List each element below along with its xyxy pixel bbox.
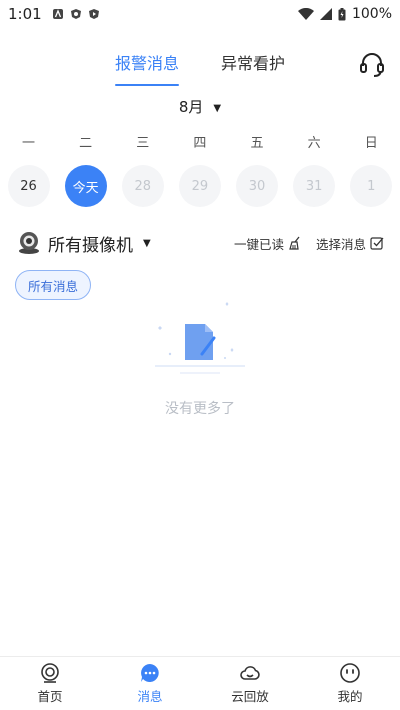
signal-icon bbox=[319, 8, 332, 20]
camera-filter-row: 所有摄像机 ▼ 一键已读 选择消息 bbox=[16, 228, 384, 258]
day-today[interactable]: 今天 bbox=[64, 165, 107, 207]
mark-all-read-label: 一键已读 bbox=[233, 236, 284, 252]
system-icons: 100% bbox=[297, 6, 392, 22]
wifi-icon bbox=[297, 8, 314, 20]
tab-active-indicator bbox=[115, 84, 179, 86]
weekday-label: 二 bbox=[79, 136, 93, 151]
message-actions: 一键已读 选择消息 bbox=[234, 234, 384, 253]
empty-document-icon bbox=[155, 302, 245, 374]
month-selector[interactable]: 8月 ▼ bbox=[0, 96, 400, 117]
tabs-header: 报警消息 异常看护 bbox=[0, 50, 400, 90]
empty-state-text: 没有更多了 bbox=[165, 401, 235, 417]
month-label: 8月 bbox=[178, 98, 204, 116]
tab-alarm-label: 报警消息 bbox=[115, 54, 180, 73]
day-28: 28 bbox=[121, 165, 164, 207]
camera-selector[interactable]: 所有摄像机 bbox=[48, 231, 133, 256]
nav-cloud-label: 云回放 bbox=[231, 689, 269, 704]
nav-mine[interactable]: 我的 bbox=[300, 657, 400, 710]
weekday-label: 一 bbox=[22, 136, 36, 151]
weekday-label: 三 bbox=[136, 136, 150, 151]
mark-all-read-button[interactable]: 一键已读 bbox=[234, 234, 302, 253]
home-camera-icon bbox=[41, 663, 59, 683]
broom-icon bbox=[289, 236, 300, 250]
weekday-label: 日 bbox=[364, 136, 378, 151]
battery-icon bbox=[338, 7, 346, 20]
nav-messages-label: 消息 bbox=[137, 689, 163, 704]
caret-down-icon: ▼ bbox=[213, 103, 222, 114]
nav-home-label: 首页 bbox=[37, 689, 63, 704]
bottom-nav: 首页 消息 云回放 我的 bbox=[0, 656, 400, 710]
tab-alarm-messages[interactable]: 报警消息 bbox=[115, 50, 179, 86]
headset-icon[interactable] bbox=[358, 50, 386, 78]
select-messages-label: 选择消息 bbox=[315, 236, 366, 252]
day-26[interactable]: 26 bbox=[7, 165, 50, 207]
day-1: 1 bbox=[350, 165, 393, 207]
nav-home[interactable]: 首页 bbox=[0, 657, 100, 710]
shield-play-icon bbox=[88, 9, 99, 19]
weekday-label: 六 bbox=[307, 136, 321, 151]
day-30: 30 bbox=[236, 165, 279, 207]
day-31: 31 bbox=[293, 165, 336, 207]
nav-messages[interactable]: 消息 bbox=[100, 657, 200, 710]
message-icon bbox=[141, 664, 159, 682]
weekday-row: 一 二 三 四 五 六 日 bbox=[0, 132, 400, 151]
day-row: 26 今天 28 29 30 31 1 bbox=[0, 165, 400, 207]
shield-icon bbox=[70, 9, 81, 19]
caret-down-icon[interactable]: ▼ bbox=[143, 238, 151, 249]
notification-icons bbox=[52, 8, 100, 20]
filter-chip-all-messages[interactable]: 所有消息 bbox=[15, 270, 92, 300]
camera-icon bbox=[19, 232, 39, 254]
status-time: 1:01 bbox=[8, 5, 42, 23]
checkbox-icon bbox=[370, 237, 384, 250]
nav-mine-label: 我的 bbox=[337, 689, 363, 704]
tab-abnormal-care[interactable]: 异常看护 bbox=[220, 50, 286, 86]
screen: 1:01 100% 报警消息 异常看护 8月 ▼ 一 二 三 四 五 六 日 2… bbox=[0, 0, 400, 710]
face-icon bbox=[340, 663, 360, 683]
day-29: 29 bbox=[178, 165, 221, 207]
weekday-label: 五 bbox=[250, 136, 264, 151]
status-bar: 1:01 100% bbox=[0, 0, 400, 28]
app-a-icon bbox=[52, 9, 63, 19]
cloud-icon bbox=[240, 666, 260, 680]
select-messages-button[interactable]: 选择消息 bbox=[316, 234, 384, 253]
weekday-label: 四 bbox=[193, 136, 207, 151]
tab-care-label: 异常看护 bbox=[220, 54, 285, 73]
nav-cloud-playback[interactable]: 云回放 bbox=[200, 657, 300, 710]
battery-percent: 100% bbox=[351, 6, 392, 22]
